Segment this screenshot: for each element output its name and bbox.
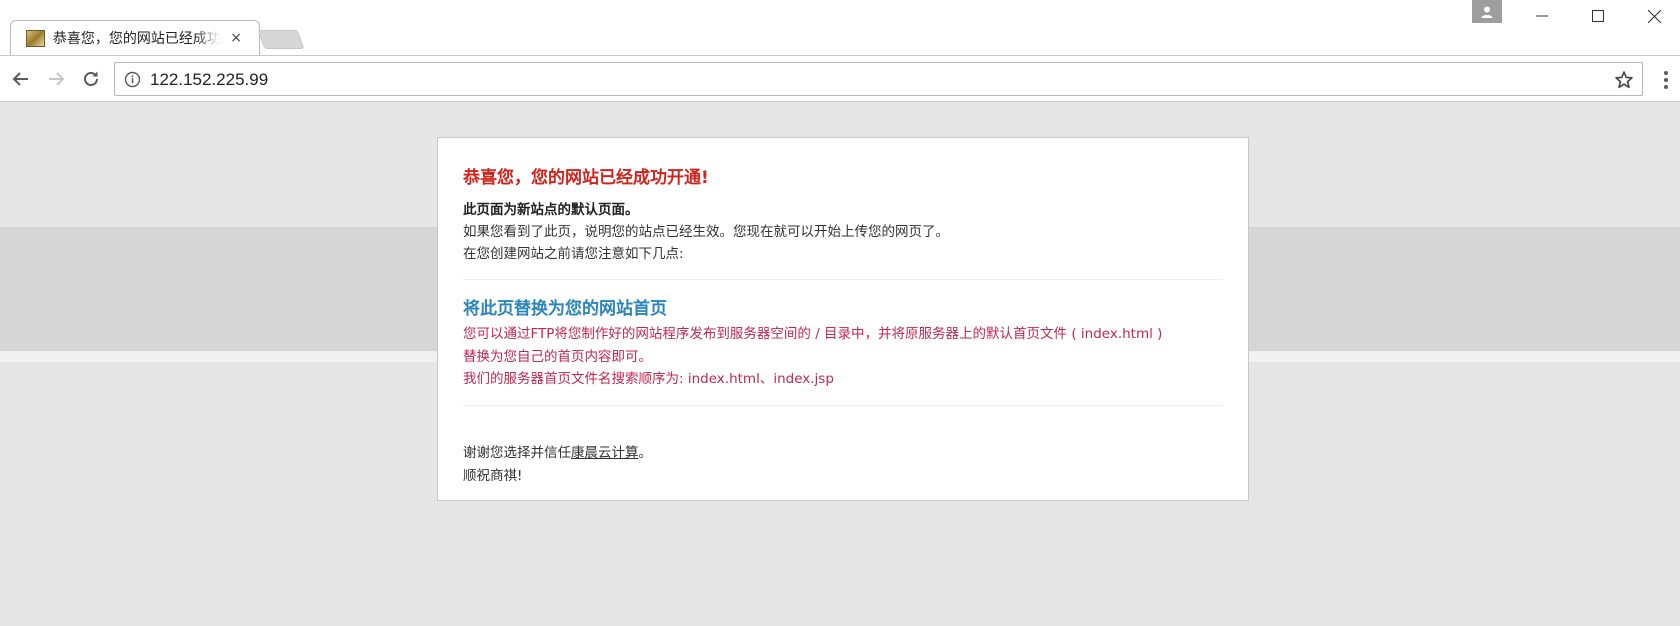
browser-toolbar: 122.152.225.99 xyxy=(0,55,1680,102)
minimize-icon xyxy=(1536,15,1548,17)
minimize-button[interactable] xyxy=(1516,0,1568,32)
reload-button[interactable] xyxy=(77,65,105,93)
divider xyxy=(463,279,1223,280)
thanks-prefix: 谢谢您选择并信任 xyxy=(463,444,571,461)
info-icon[interactable] xyxy=(124,71,141,88)
company-link[interactable]: 康晨云计算 xyxy=(571,445,639,461)
welcome-card: 恭喜您，您的网站已经成功开通! 此页面为新站点的默认页面。 如果您看到了此页，说… xyxy=(437,137,1249,501)
kebab-menu-icon[interactable] xyxy=(1658,69,1674,91)
back-button[interactable] xyxy=(7,65,35,93)
forward-arrow-icon xyxy=(49,72,65,86)
profile-icon xyxy=(1481,6,1493,18)
tab-title[interactable]: 恭喜您，您的网站已经成功开通！ xyxy=(53,28,220,48)
back-arrow-icon xyxy=(12,72,28,86)
star-icon[interactable] xyxy=(1614,70,1634,90)
profile-button[interactable] xyxy=(1472,0,1502,23)
site-favicon xyxy=(26,29,45,47)
maximize-button[interactable] xyxy=(1572,0,1624,32)
url-text[interactable]: 122.152.225.99 xyxy=(150,70,268,90)
section-line-1: 您可以通过FTP将您制作好的网站程序发布到服务器空间的 / 目录中，并将原服务器… xyxy=(463,326,1163,342)
close-icon xyxy=(1647,9,1661,23)
tab-close-icon[interactable]: × xyxy=(228,30,244,46)
thanks-suffix: 。 xyxy=(638,444,653,461)
section-line-3: 我们的服务器首页文件名搜索顺序为: index.html、index.jsp xyxy=(463,371,834,387)
forward-button[interactable] xyxy=(42,65,70,93)
browser-titlebar: 恭喜您，您的网站已经成功开通！ × xyxy=(0,0,1680,56)
page-title: 恭喜您，您的网站已经成功开通! xyxy=(463,168,709,188)
intro-heading: 此页面为新站点的默认页面。 xyxy=(463,202,639,218)
reload-icon xyxy=(84,71,98,86)
intro-line-2: 在您创建网站之前请您注意如下几点: xyxy=(463,246,684,262)
new-tab-button[interactable] xyxy=(257,30,305,49)
maximize-icon xyxy=(1592,10,1604,22)
section-title: 将此页替换为您的网站首页 xyxy=(463,299,667,319)
divider xyxy=(463,404,1223,406)
thanks-block: 谢谢您选择并信任康晨云计算。 顺祝商祺! xyxy=(463,442,1223,488)
browser-tab-content[interactable]: 恭喜您，您的网站已经成功开通！ × xyxy=(14,24,244,52)
closing-line: 顺祝商祺! xyxy=(463,467,523,484)
intro-line-1: 如果您看到了此页，说明您的站点已经生效。您现在就可以开始上传您的网页了。 xyxy=(463,224,949,240)
thanks-line: 谢谢您选择并信任康晨云计算。 xyxy=(463,442,1223,465)
close-window-button[interactable] xyxy=(1628,0,1680,32)
address-bar[interactable]: 122.152.225.99 xyxy=(114,62,1643,96)
section-line-2: 替换为您自己的首页内容即可。 xyxy=(463,348,652,365)
